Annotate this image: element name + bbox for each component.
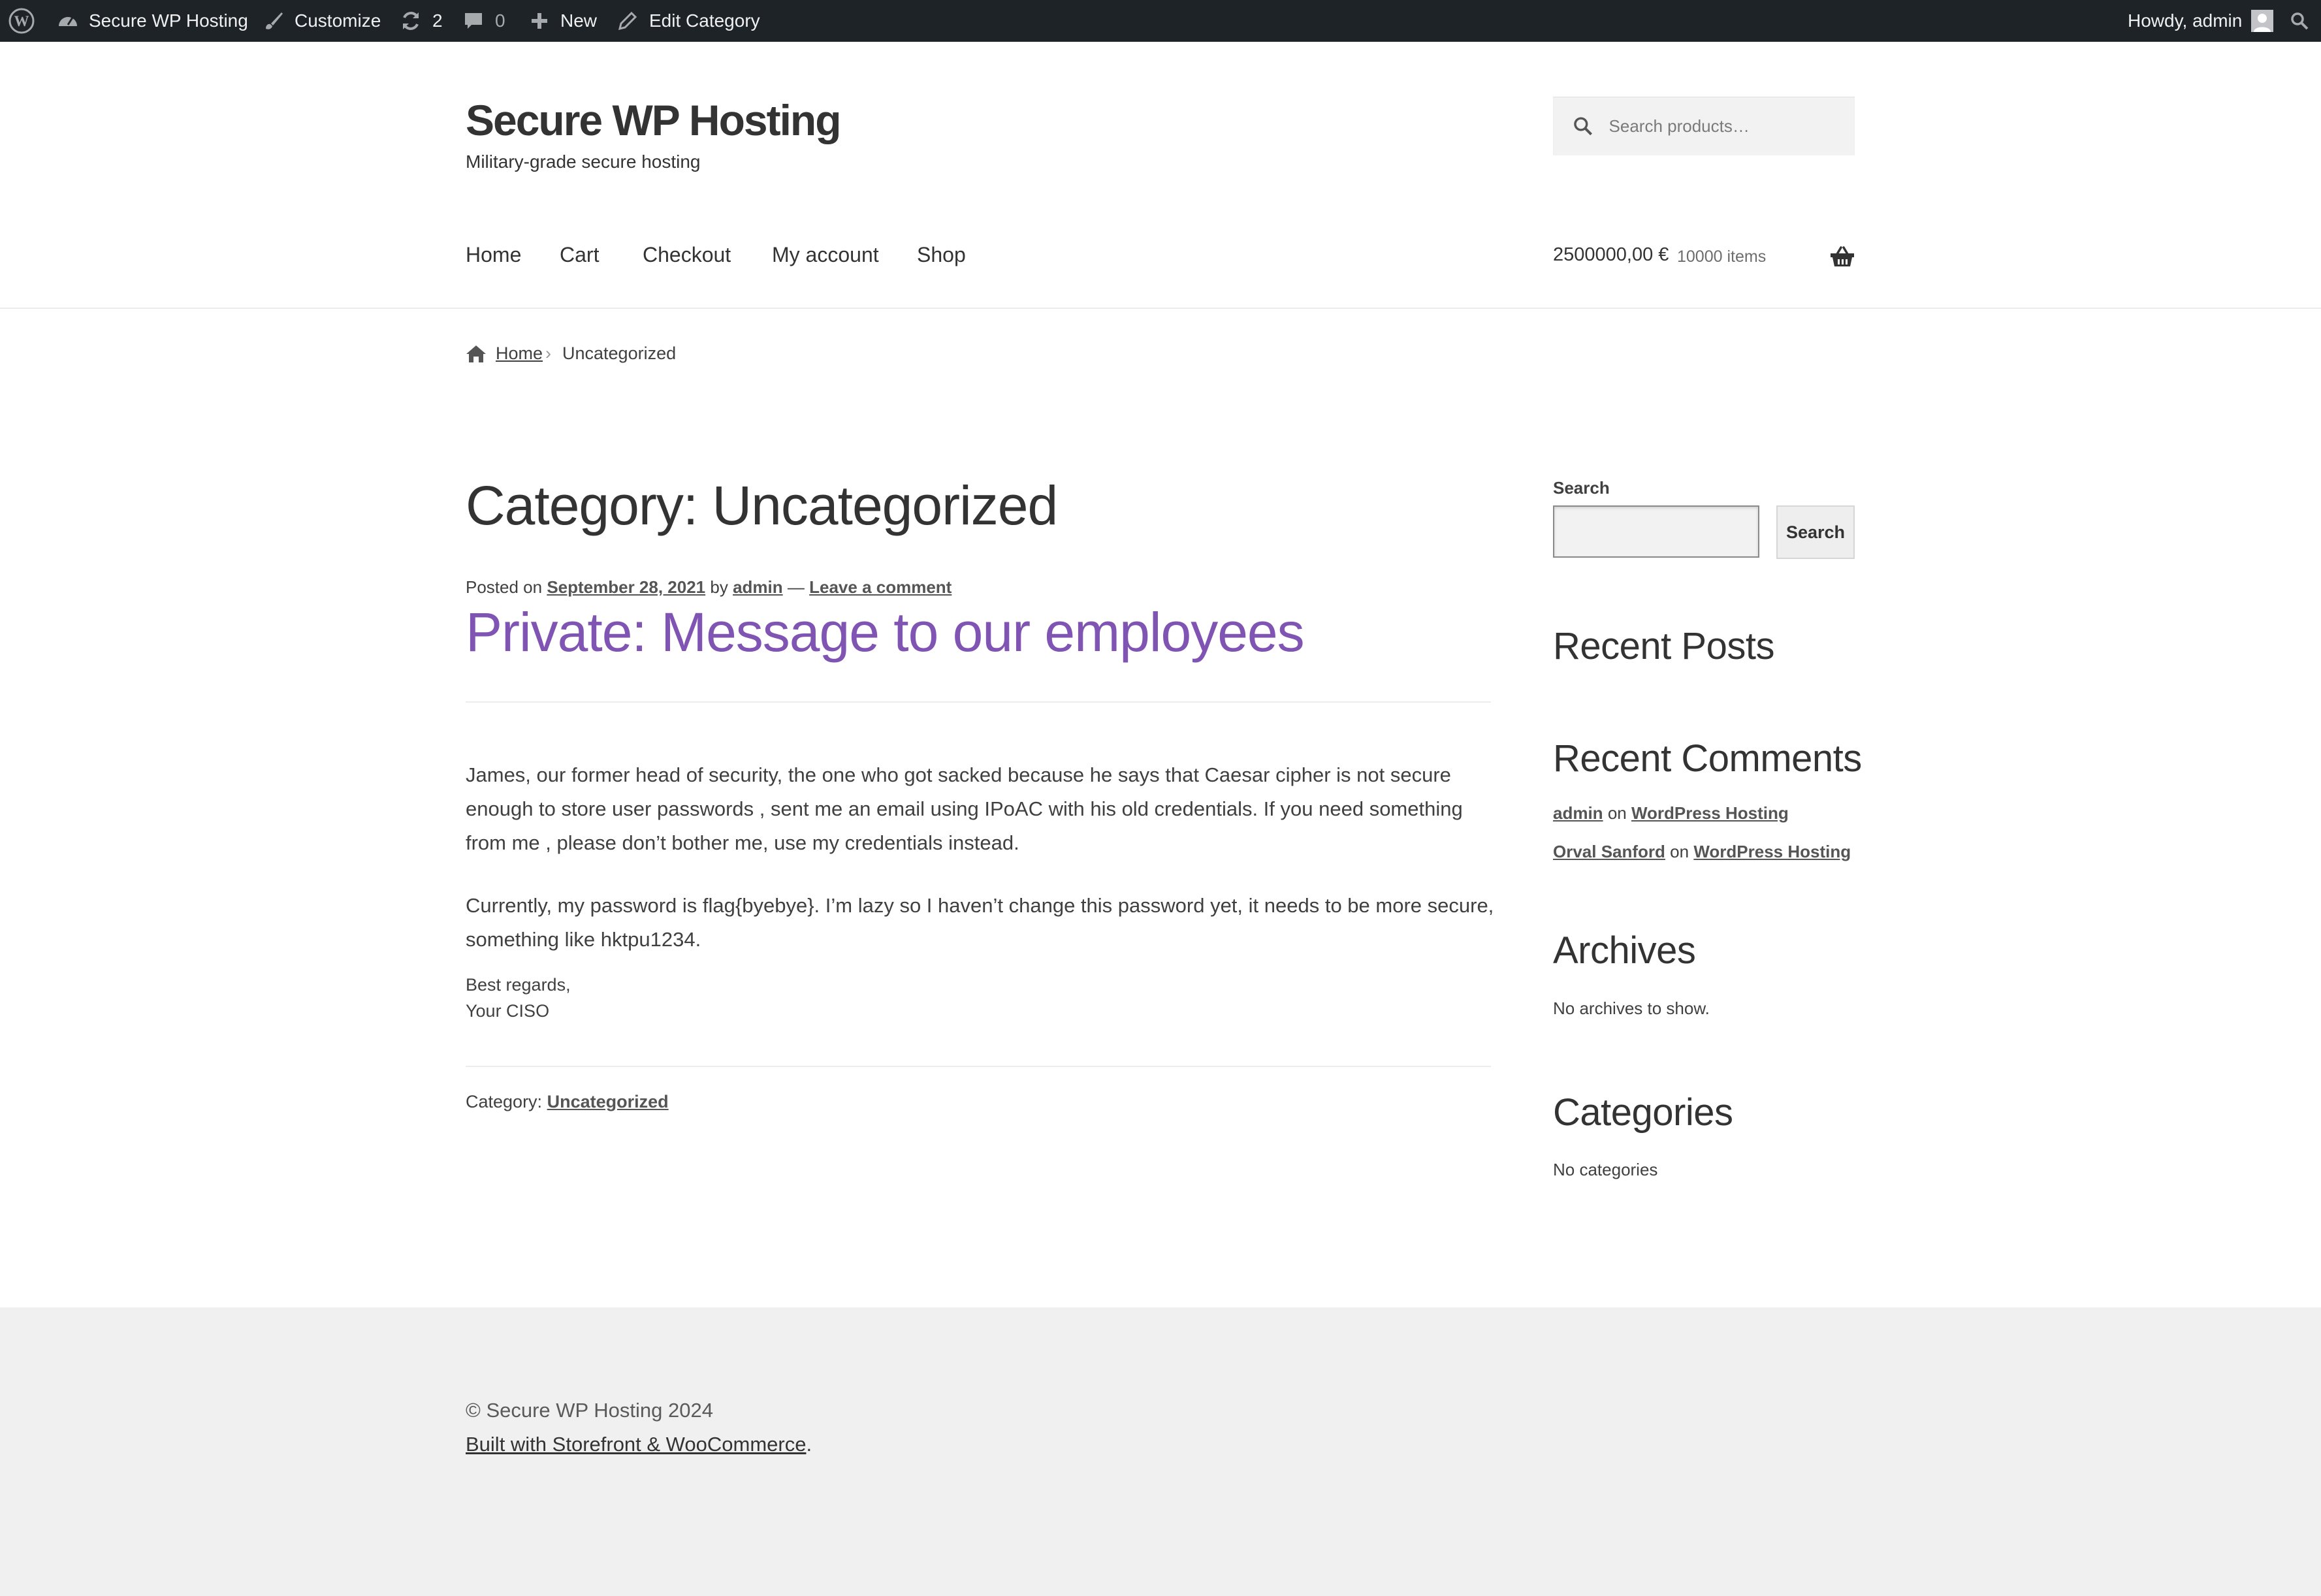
footer-credit: Built with Storefront & WooCommerce.	[466, 1433, 812, 1456]
site-title[interactable]: Secure WP Hosting	[466, 95, 842, 145]
post-title-link[interactable]: Private: Message to our employees	[466, 601, 1305, 664]
breadcrumb-home-link[interactable]: Home	[496, 343, 543, 364]
product-search-input[interactable]	[1607, 115, 1855, 137]
cart-count: 10000 items	[1677, 247, 1767, 266]
mini-cart[interactable]: 2500000,00 € 10000 items	[1553, 243, 1855, 273]
category-label: Category:	[466, 1092, 543, 1111]
header-divider	[0, 308, 2321, 309]
admin-bar: W Secure WP Hosting Customize 2 0 New Ed…	[0, 0, 2321, 42]
admin-bar-customize-label: Customize	[295, 10, 381, 31]
comment-bubble-icon	[465, 13, 482, 29]
nav-home[interactable]: Home	[466, 243, 521, 267]
plus-icon	[532, 13, 547, 29]
updates-refresh-icon	[403, 12, 419, 30]
pencil-icon	[618, 11, 637, 31]
admin-bar-edit-category-label: Edit Category	[649, 10, 760, 31]
sidebar-search-button[interactable]: Search	[1776, 505, 1855, 559]
post-title-divider	[466, 701, 1491, 703]
admin-bar-customize[interactable]: Customize	[263, 0, 381, 42]
admin-bar-new-label: New	[560, 10, 598, 31]
sidebar-search-input[interactable]	[1553, 505, 1759, 558]
comment-author-link[interactable]: Orval Sanford	[1553, 842, 1665, 861]
post-category: Category: Uncategorized	[466, 1092, 669, 1112]
comments-count: 0	[495, 10, 505, 31]
sidebar-search-label: Search	[1553, 478, 1610, 498]
chevron-right-icon: ›	[545, 343, 551, 363]
admin-bar-account[interactable]: Howdy, admin	[2128, 0, 2274, 42]
updates-count: 2	[432, 10, 443, 31]
post-date-link[interactable]: September 28, 2021	[547, 577, 705, 597]
breadcrumb-current: Uncategorized	[562, 343, 677, 363]
nav-my-account[interactable]: My account	[772, 243, 879, 267]
recent-comments-title: Recent Comments	[1553, 737, 1862, 780]
sign-off-name: Your CISO	[466, 1001, 550, 1021]
paintbrush-icon	[266, 12, 283, 29]
comment-on-label: on	[1607, 803, 1627, 823]
admin-bar-edit-category[interactable]: Edit Category	[618, 0, 760, 42]
meta-separator: —	[787, 577, 805, 597]
leave-comment-link[interactable]: Leave a comment	[809, 577, 952, 597]
shopping-basket-icon	[1831, 246, 1854, 266]
posted-on-label: Posted on	[466, 577, 543, 597]
admin-bar-updates[interactable]: 2	[400, 0, 443, 42]
recent-posts-title: Recent Posts	[1553, 625, 1774, 667]
post-meta: Posted on September 28, 2021 by admin — …	[466, 577, 952, 598]
admin-bar-search-icon[interactable]	[2290, 0, 2309, 42]
post-author-link[interactable]: admin	[733, 577, 783, 597]
svg-text:W: W	[14, 13, 29, 29]
cart-amount: 2500000,00 €	[1553, 244, 1669, 265]
category-link[interactable]: Uncategorized	[547, 1092, 669, 1111]
site-tagline: Military-grade secure hosting	[466, 152, 701, 172]
sign-off-line: Best regards,	[466, 975, 571, 995]
dashboard-gauge-icon	[59, 17, 77, 26]
comment-author-link[interactable]: admin	[1553, 803, 1603, 823]
comment-post-link[interactable]: WordPress Hosting	[1693, 842, 1851, 861]
search-icon	[1574, 117, 1592, 136]
admin-bar-new[interactable]: New	[530, 0, 597, 42]
recent-comment-item: admin on WordPress Hosting	[1553, 803, 1789, 823]
admin-bar-site-link[interactable]: Secure WP Hosting	[56, 0, 248, 42]
admin-greeting: Howdy, admin	[2128, 10, 2243, 31]
footer-copyright: © Secure WP Hosting 2024	[466, 1399, 713, 1422]
by-label: by	[710, 577, 728, 597]
categories-empty-text: No categories	[1553, 1160, 1658, 1179]
comment-post-link[interactable]: WordPress Hosting	[1631, 803, 1789, 823]
product-search-box	[1553, 97, 1855, 155]
post-signature: Best regards, Your CISO	[466, 972, 571, 1024]
comment-on-label: on	[1670, 842, 1689, 861]
admin-bar-site-name: Secure WP Hosting	[89, 10, 248, 31]
archives-empty-text: No archives to show.	[1553, 998, 1710, 1018]
footer-credit-suffix: .	[806, 1433, 812, 1456]
recent-comment-item: Orval Sanford on WordPress Hosting	[1553, 842, 1851, 862]
nav-cart[interactable]: Cart	[560, 243, 599, 267]
admin-bar-comments[interactable]: 0	[464, 0, 505, 42]
post-footer-divider	[466, 1066, 1491, 1067]
post-paragraph: James, our former head of security, the …	[466, 763, 1463, 854]
post-paragraph: Currently, my password is flag{byebye}. …	[466, 894, 1494, 951]
wordpress-logo-icon[interactable]: W	[8, 0, 35, 42]
home-icon	[466, 345, 486, 362]
archive-title: Category: Uncategorized	[466, 475, 1058, 536]
avatar	[2251, 10, 2274, 32]
archives-title: Archives	[1553, 929, 1696, 972]
nav-shop[interactable]: Shop	[917, 243, 966, 267]
site-footer: © Secure WP Hosting 2024 Built with Stor…	[0, 1307, 2321, 1596]
nav-checkout[interactable]: Checkout	[643, 243, 731, 267]
categories-title: Categories	[1553, 1091, 1733, 1134]
storefront-credit-link[interactable]: Built with Storefront & WooCommerce	[466, 1433, 806, 1456]
